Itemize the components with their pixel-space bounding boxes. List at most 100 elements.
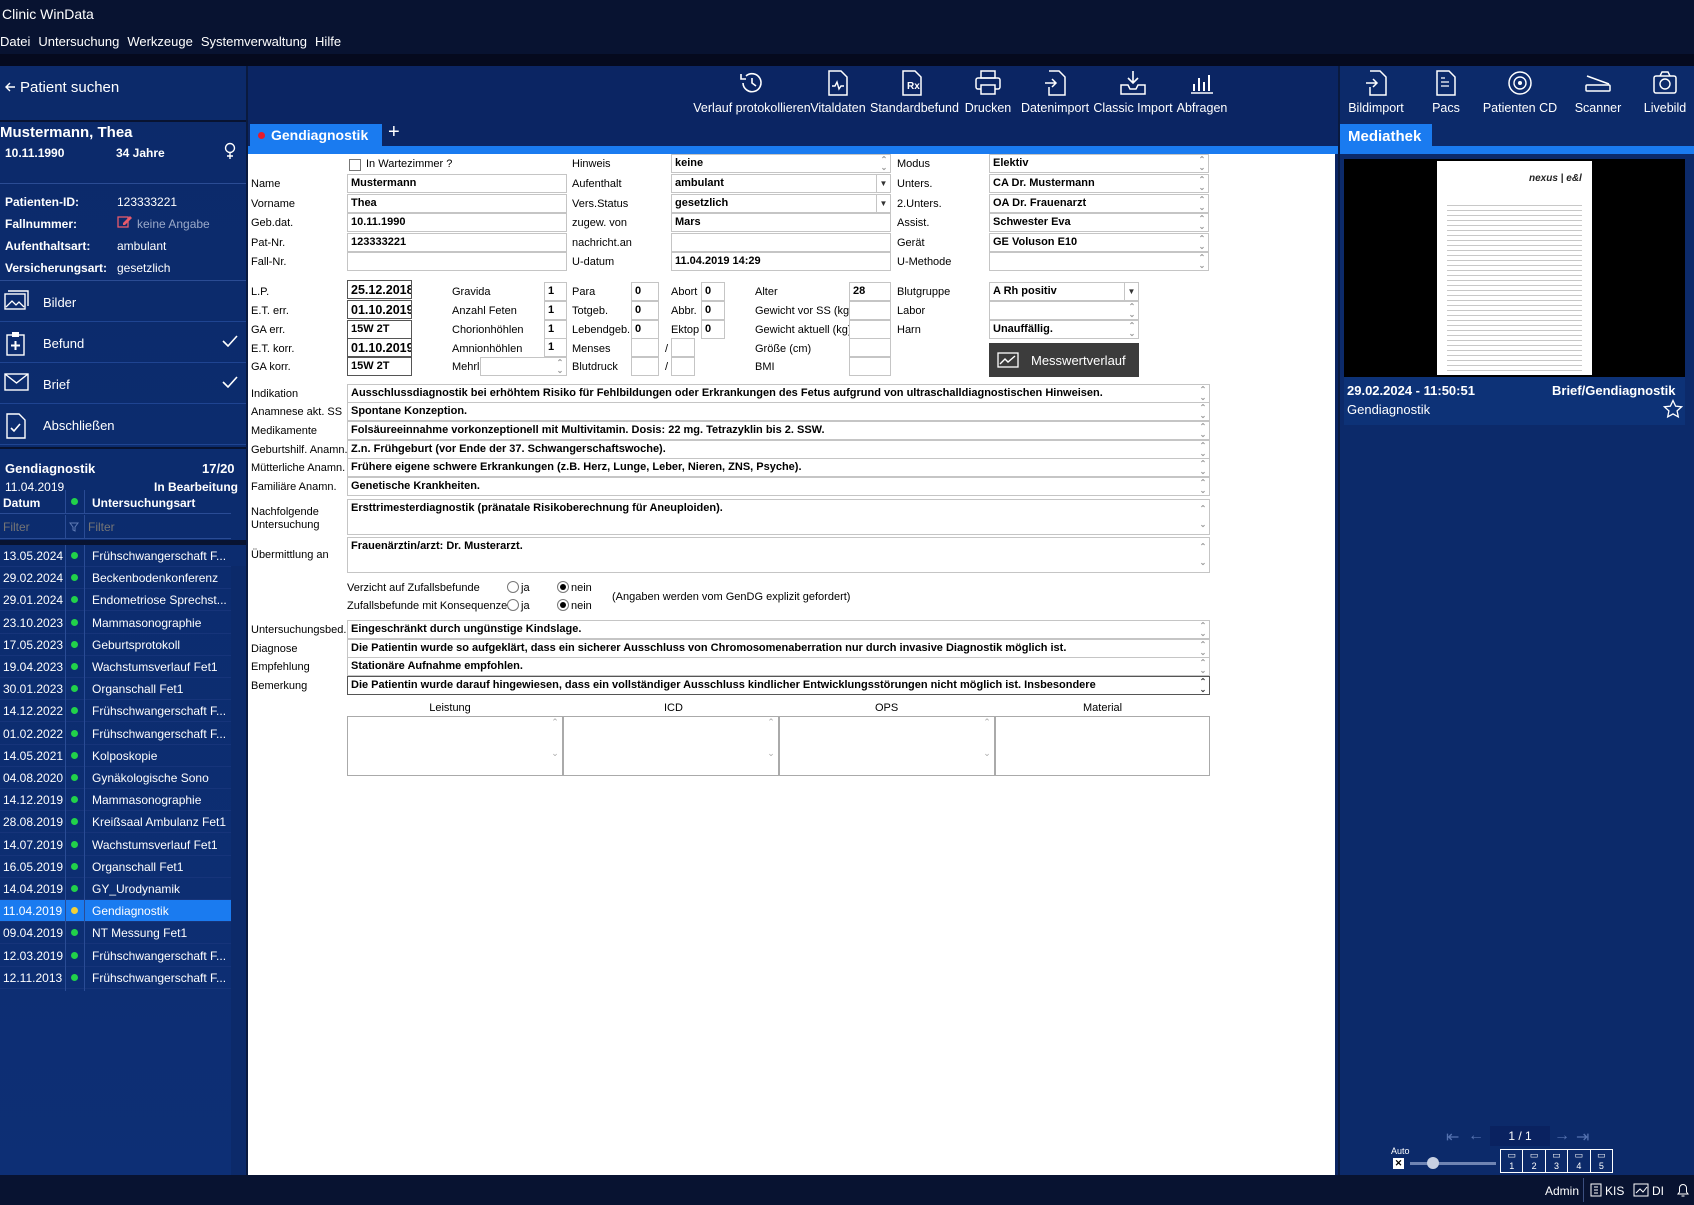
grid-5-button[interactable]: ▭ 5 xyxy=(1591,1150,1612,1172)
nav-bilder[interactable]: Bilder xyxy=(0,282,246,322)
zoom-slider-track[interactable] xyxy=(1410,1162,1496,1165)
scroll-icon[interactable]: ⌃ ⌄ xyxy=(1196,253,1208,270)
scroll-icon[interactable]: ⌃ ⌄ xyxy=(1197,478,1209,495)
name-field[interactable]: Mustermann xyxy=(347,174,567,193)
hinweis-field[interactable]: keine ⌃ ⌄ xyxy=(671,154,891,173)
kis-button[interactable]: KIS xyxy=(1589,1179,1629,1201)
menses-field-2[interactable] xyxy=(671,338,695,357)
diagnose-field[interactable]: Die Patientin wurde so aufgeklärt, dass … xyxy=(347,639,1210,658)
filter-date-input[interactable] xyxy=(0,515,64,538)
patient-search-button[interactable]: Patient suchen xyxy=(0,66,246,120)
grid-1-button[interactable]: ▭ 1 xyxy=(1501,1150,1524,1172)
chevron-down-icon[interactable]: ▼ xyxy=(876,195,890,212)
indikation-field[interactable]: Ausschlussdiagnostik bei erhöhtem Risiko… xyxy=(347,384,1210,403)
chevron-down-icon[interactable]: ▼ xyxy=(1124,283,1138,300)
standardbefund-button[interactable]: Rx Standardbefund xyxy=(870,70,959,115)
nachricht-field[interactable] xyxy=(671,233,891,252)
anamnese-field[interactable]: Spontane Konzeption. ⌃ ⌄ xyxy=(347,402,1210,421)
mehrl-field[interactable]: ⌃ ⌄ xyxy=(480,357,567,376)
scroll-icon[interactable]: ⌃ ⌄ xyxy=(1126,302,1138,319)
patnr-field[interactable]: 123333221 xyxy=(347,233,567,252)
muetterlich-field[interactable]: Frühere eigene schwere Erkrankungen (z.B… xyxy=(347,458,1210,477)
familiaer-field[interactable]: Genetische Krankheiten. ⌃ ⌄ xyxy=(347,477,1210,496)
list-item[interactable]: 04.08.2020 Gynäkologische Sono xyxy=(0,767,231,791)
list-item[interactable]: 14.12.2022 Frühschwangerschaft F... xyxy=(0,700,231,725)
umethode-field[interactable]: ⌃ ⌄ xyxy=(989,252,1209,271)
assist-field[interactable]: Schwester Eva ⌃ ⌄ xyxy=(989,213,1209,232)
wartezimmer-checkbox[interactable] xyxy=(349,159,361,171)
star-icon[interactable] xyxy=(1663,399,1683,419)
list-item[interactable]: 14.04.2019 GY_Urodynamik xyxy=(0,878,231,902)
scanner-button[interactable]: Scanner xyxy=(1570,70,1626,115)
scroll-icon[interactable]: ⌃ ⌄ xyxy=(1197,621,1209,638)
scroll-icon[interactable]: ⌃ ⌄ xyxy=(1196,195,1208,212)
labor-field[interactable]: ⌃ ⌄ xyxy=(989,301,1139,320)
first-page-icon[interactable]: ⇤ xyxy=(1446,1127,1459,1147)
menu-hilfe[interactable]: Hilfe xyxy=(315,34,341,54)
zoom-slider-handle[interactable] xyxy=(1427,1157,1439,1169)
last-page-icon[interactable]: ⇥ xyxy=(1576,1127,1589,1147)
list-item[interactable]: 09.04.2019 NT Messung Fet1 xyxy=(0,922,231,947)
scroll-icon[interactable]: ⌃ ⌄ xyxy=(1197,538,1209,572)
leistung-list[interactable]: ⌃ ⌄ xyxy=(347,716,563,776)
list-item[interactable]: 01.02.2022 Frühschwangerschaft F... xyxy=(0,722,231,747)
scroll-icon[interactable]: ⌃ ⌄ xyxy=(1196,155,1208,172)
material-list[interactable] xyxy=(995,716,1210,776)
nav-brief[interactable]: Brief xyxy=(0,364,246,404)
versstatus-select[interactable]: gesetzlich ▼ xyxy=(671,194,891,213)
zufall-ja-radio[interactable] xyxy=(507,599,519,611)
list-item[interactable]: 30.01.2023 Organschall Fet1 xyxy=(0,678,231,703)
scroll-icon[interactable]: ⌃ ⌄ xyxy=(1197,658,1209,675)
datenimport-button[interactable]: Datenimport xyxy=(1020,70,1090,115)
ops-list[interactable]: ⌃ ⌄ xyxy=(779,716,995,776)
nav-befund[interactable]: Befund xyxy=(0,323,246,363)
gebdat-field[interactable]: 10.11.1990 xyxy=(347,213,567,232)
menu-systemverwaltung[interactable]: Systemverwaltung xyxy=(201,34,307,54)
filter-type-input[interactable] xyxy=(88,515,228,538)
geraet-field[interactable]: GE Voluson E10 ⌃ ⌄ xyxy=(989,233,1209,252)
alter-field[interactable]: 28 xyxy=(849,282,891,301)
scroll-icon[interactable]: ⌃ ⌄ xyxy=(764,717,778,775)
col-datum[interactable]: Datum xyxy=(3,496,40,510)
bmi-field[interactable] xyxy=(849,357,891,376)
nachfolgend-field[interactable]: Ersttrimesterdiagnostik (pränatale Risik… xyxy=(347,499,1210,535)
blutdruck-field-2[interactable] xyxy=(671,357,695,376)
abbr-field[interactable]: 0 xyxy=(701,301,725,320)
bemerkung-field[interactable]: Die Patientin wurde darauf hingewiesen, … xyxy=(347,676,1210,695)
verlauf-button[interactable]: Verlauf protokollieren xyxy=(692,70,812,115)
list-item[interactable]: 17.05.2023 Geburtsprotokoll xyxy=(0,633,231,658)
amnion-field[interactable]: 1 xyxy=(544,338,567,357)
chevron-down-icon[interactable]: ▼ xyxy=(876,175,890,192)
gravida-field[interactable]: 1 xyxy=(544,282,567,301)
abfragen-button[interactable]: Abfragen xyxy=(1174,70,1230,115)
list-item[interactable]: 12.11.2013 Frühschwangerschaft F... xyxy=(0,966,231,991)
filter-icon[interactable] xyxy=(69,522,79,532)
fallnr-field[interactable] xyxy=(347,252,567,271)
classic-import-button[interactable]: Classic Import xyxy=(1093,70,1173,115)
geburtshilf-field[interactable]: Z.n. Frühgeburt (vor Ende der 37. Schwan… xyxy=(347,440,1210,459)
list-item[interactable]: 11.04.2019 Gendiagnostik xyxy=(0,900,231,925)
totgeb-field[interactable]: 0 xyxy=(631,301,659,320)
ektop-field[interactable]: 0 xyxy=(701,320,725,339)
grid-3-button[interactable]: ▭ 3 xyxy=(1546,1150,1569,1172)
etkorr-field[interactable]: 01.10.2019 xyxy=(347,338,412,357)
scroll-icon[interactable]: ⌃ ⌄ xyxy=(1197,441,1209,458)
messwertverlauf-button[interactable]: Messwertverlauf xyxy=(989,343,1139,377)
unters2-field[interactable]: OA Dr. Frauenarzt ⌃ ⌄ xyxy=(989,194,1209,213)
scroll-icon[interactable]: ⌃ ⌄ xyxy=(1197,422,1209,439)
scroll-icon[interactable]: ⌃ ⌄ xyxy=(1197,385,1209,402)
media-item[interactable]: nexus | e&l 29.02.2024 - 11:50:51 Brief/… xyxy=(1344,159,1685,425)
list-item[interactable]: 29.02.2024 Beckenbodenkonferenz xyxy=(0,567,231,592)
uebermittlung-field[interactable]: Frauenärztin/arzt: Dr. Musterarzt. ⌃ ⌄ xyxy=(347,537,1210,573)
tab-gendiagnostik[interactable]: Gendiagnostik xyxy=(250,124,382,146)
menu-untersuchung[interactable]: Untersuchung xyxy=(38,34,119,54)
auto-toggle[interactable]: ✕ xyxy=(1393,1158,1404,1169)
scroll-icon[interactable]: ⌃ ⌄ xyxy=(1126,321,1138,338)
bildimport-button[interactable]: Bildimport xyxy=(1344,70,1408,115)
drucken-button[interactable]: Drucken xyxy=(962,70,1014,115)
aufenthalt-select[interactable]: ambulant ▼ xyxy=(671,174,891,193)
list-item[interactable]: 13.05.2024 Frühschwangerschaft F... xyxy=(0,545,231,569)
modus-field[interactable]: Elektiv ⌃ ⌄ xyxy=(989,154,1209,173)
medikamente-field[interactable]: Folsäureeinnahme vorkonzeptionell mit Mu… xyxy=(347,421,1210,440)
pacs-button[interactable]: Pacs xyxy=(1426,70,1466,115)
